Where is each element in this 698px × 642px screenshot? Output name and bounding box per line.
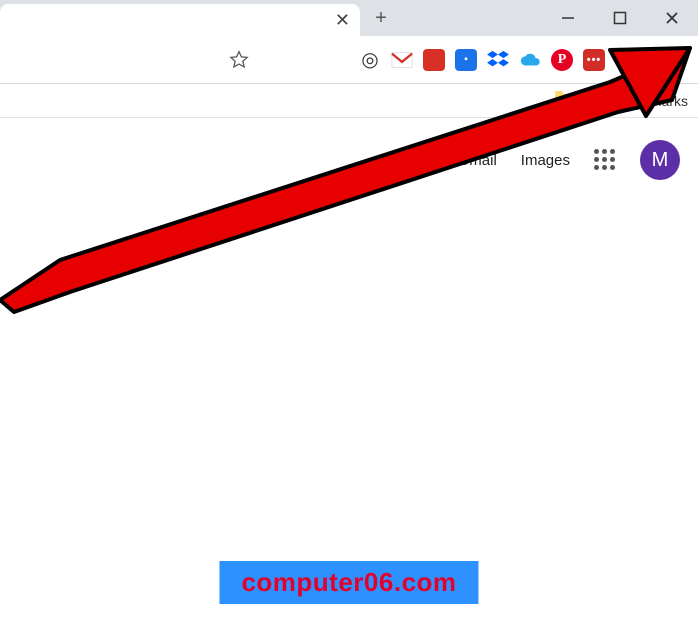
- google-apps-button[interactable]: [594, 149, 616, 171]
- minimize-button[interactable]: [556, 6, 580, 30]
- window-controls: [556, 0, 698, 36]
- apps-dot-icon: [602, 165, 607, 170]
- maximize-icon: [613, 11, 627, 25]
- chrome-menu-button[interactable]: [670, 51, 690, 69]
- close-icon: [665, 11, 679, 25]
- new-tab-button[interactable]: +: [366, 0, 396, 36]
- apps-dot-icon: [610, 157, 615, 162]
- doc-extension[interactable]: ▪: [455, 49, 477, 71]
- apps-dot-icon: [594, 149, 599, 154]
- other-bookmarks-button[interactable]: Other bookmarks: [581, 93, 688, 109]
- browser-toolbar: ◎ ▪ P •••: [0, 36, 698, 84]
- toolbar-separator: [619, 47, 620, 73]
- star-icon: [229, 50, 249, 70]
- plus-icon: +: [375, 7, 387, 30]
- apps-dot-icon: [594, 157, 599, 162]
- kebab-dot-icon: [678, 58, 682, 62]
- window-close-button[interactable]: [660, 6, 684, 30]
- gmail-icon: [391, 51, 413, 69]
- apps-dot-icon: [602, 157, 607, 162]
- maximize-button[interactable]: [608, 6, 632, 30]
- lastpass-extension[interactable]: •••: [583, 49, 605, 71]
- doc-icon: ▪: [455, 49, 477, 71]
- dropbox-extension[interactable]: [487, 49, 509, 71]
- folder-icon: [555, 94, 573, 108]
- apps-dot-icon: [594, 165, 599, 170]
- apps-dot-icon: [602, 149, 607, 154]
- profile-icon: [639, 52, 655, 68]
- watermark: computer06.com: [219, 561, 478, 604]
- tab-strip: ✕ +: [0, 0, 698, 36]
- portal-extension[interactable]: ◎: [359, 49, 381, 71]
- images-link[interactable]: Images: [521, 152, 570, 169]
- pinterest-extension[interactable]: P: [551, 49, 573, 71]
- portal-icon: ◎: [361, 47, 378, 72]
- cloud-icon: [519, 52, 541, 68]
- bookmarks-bar: Other bookmarks: [0, 84, 698, 118]
- bookmark-star-button[interactable]: [228, 49, 250, 71]
- account-avatar[interactable]: M: [640, 140, 680, 180]
- apps-dot-icon: [610, 165, 615, 170]
- ntp-header: Gmail Images M: [458, 140, 698, 180]
- kebab-dot-icon: [678, 65, 682, 69]
- avatar-letter: M: [652, 149, 669, 172]
- dropbox-icon: [487, 50, 509, 70]
- profile-button[interactable]: [634, 47, 660, 73]
- minimize-icon: [561, 11, 575, 25]
- red-box-icon: [423, 49, 445, 71]
- lastpass-icon: •••: [583, 49, 605, 71]
- kebab-dot-icon: [678, 51, 682, 55]
- onedrive-extension[interactable]: [519, 49, 541, 71]
- gmail-link[interactable]: Gmail: [458, 152, 497, 169]
- red-box-extension[interactable]: [423, 49, 445, 71]
- tab-close-button[interactable]: ✕: [335, 11, 350, 29]
- gmail-extension[interactable]: [391, 49, 413, 71]
- apps-dot-icon: [610, 149, 615, 154]
- active-tab[interactable]: ✕: [0, 4, 360, 36]
- pinterest-icon: P: [551, 49, 573, 71]
- watermark-text: computer06.com: [241, 567, 456, 597]
